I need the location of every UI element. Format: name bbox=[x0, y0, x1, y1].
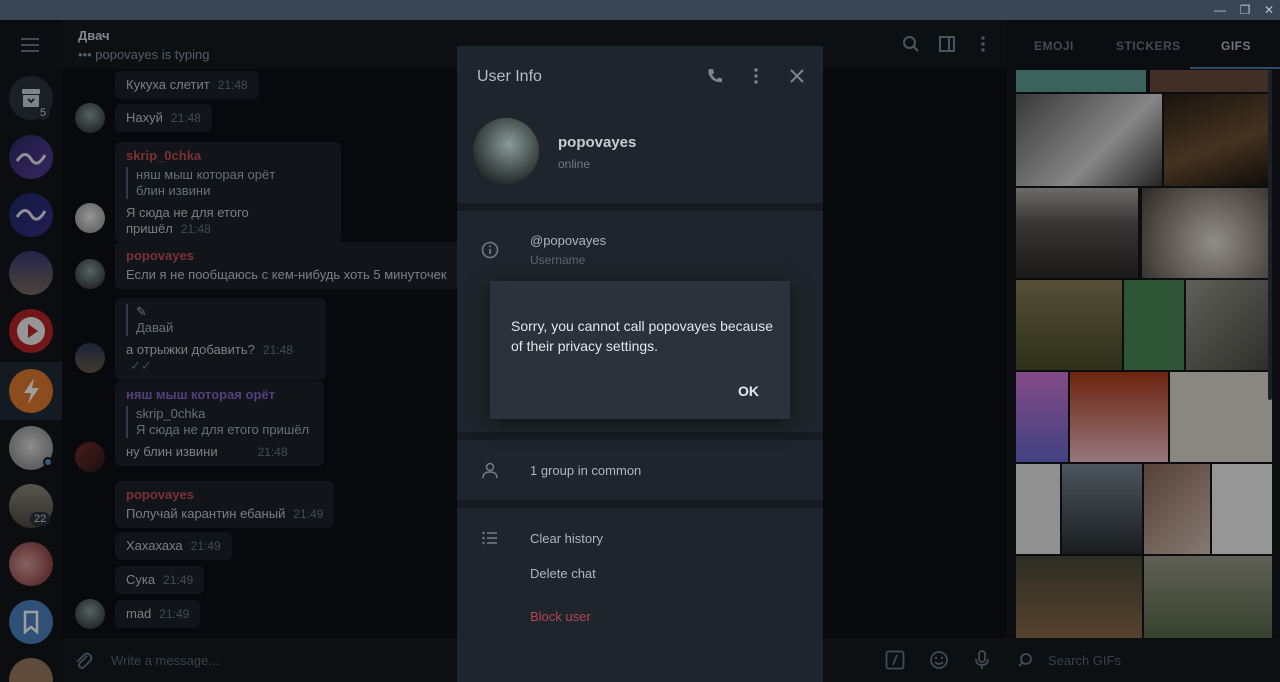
section-divider bbox=[457, 203, 823, 211]
info-icon bbox=[481, 241, 499, 259]
profile-avatar[interactable] bbox=[473, 118, 539, 184]
username-label: Username bbox=[530, 253, 586, 267]
profile-name: popovayes bbox=[558, 134, 637, 151]
groups-in-common[interactable]: 1 group in common bbox=[530, 463, 641, 478]
close-icon[interactable] bbox=[788, 67, 806, 85]
clear-history-button[interactable]: Clear history bbox=[530, 531, 603, 546]
close-window-button[interactable]: ✕ bbox=[1258, 0, 1280, 20]
restore-button[interactable]: ❐ bbox=[1234, 0, 1256, 20]
phone-icon[interactable] bbox=[706, 67, 724, 85]
panel-title: User Info bbox=[477, 68, 542, 85]
dialog-message: Sorry, you cannot call popovayes because… bbox=[511, 318, 774, 354]
delete-chat-button[interactable]: Delete chat bbox=[530, 566, 596, 581]
privacy-dialog: Sorry, you cannot call popovayes because… bbox=[490, 281, 790, 419]
section-divider bbox=[457, 500, 823, 508]
more-vertical-icon[interactable] bbox=[747, 67, 765, 85]
user-icon bbox=[481, 461, 499, 479]
title-bar: — ❐ ✕ bbox=[0, 0, 1280, 20]
section-divider bbox=[457, 432, 823, 440]
minimize-button[interactable]: — bbox=[1209, 0, 1231, 20]
profile-status: online bbox=[558, 157, 591, 171]
telegram-window: — ❐ ✕ 5 22 Двач ••• popovayes is typing … bbox=[0, 0, 1280, 682]
username-value[interactable]: @popovayes bbox=[530, 233, 606, 248]
list-icon bbox=[481, 529, 499, 547]
block-user-button[interactable]: Block user bbox=[530, 609, 591, 624]
ok-button[interactable]: OK bbox=[738, 383, 759, 399]
